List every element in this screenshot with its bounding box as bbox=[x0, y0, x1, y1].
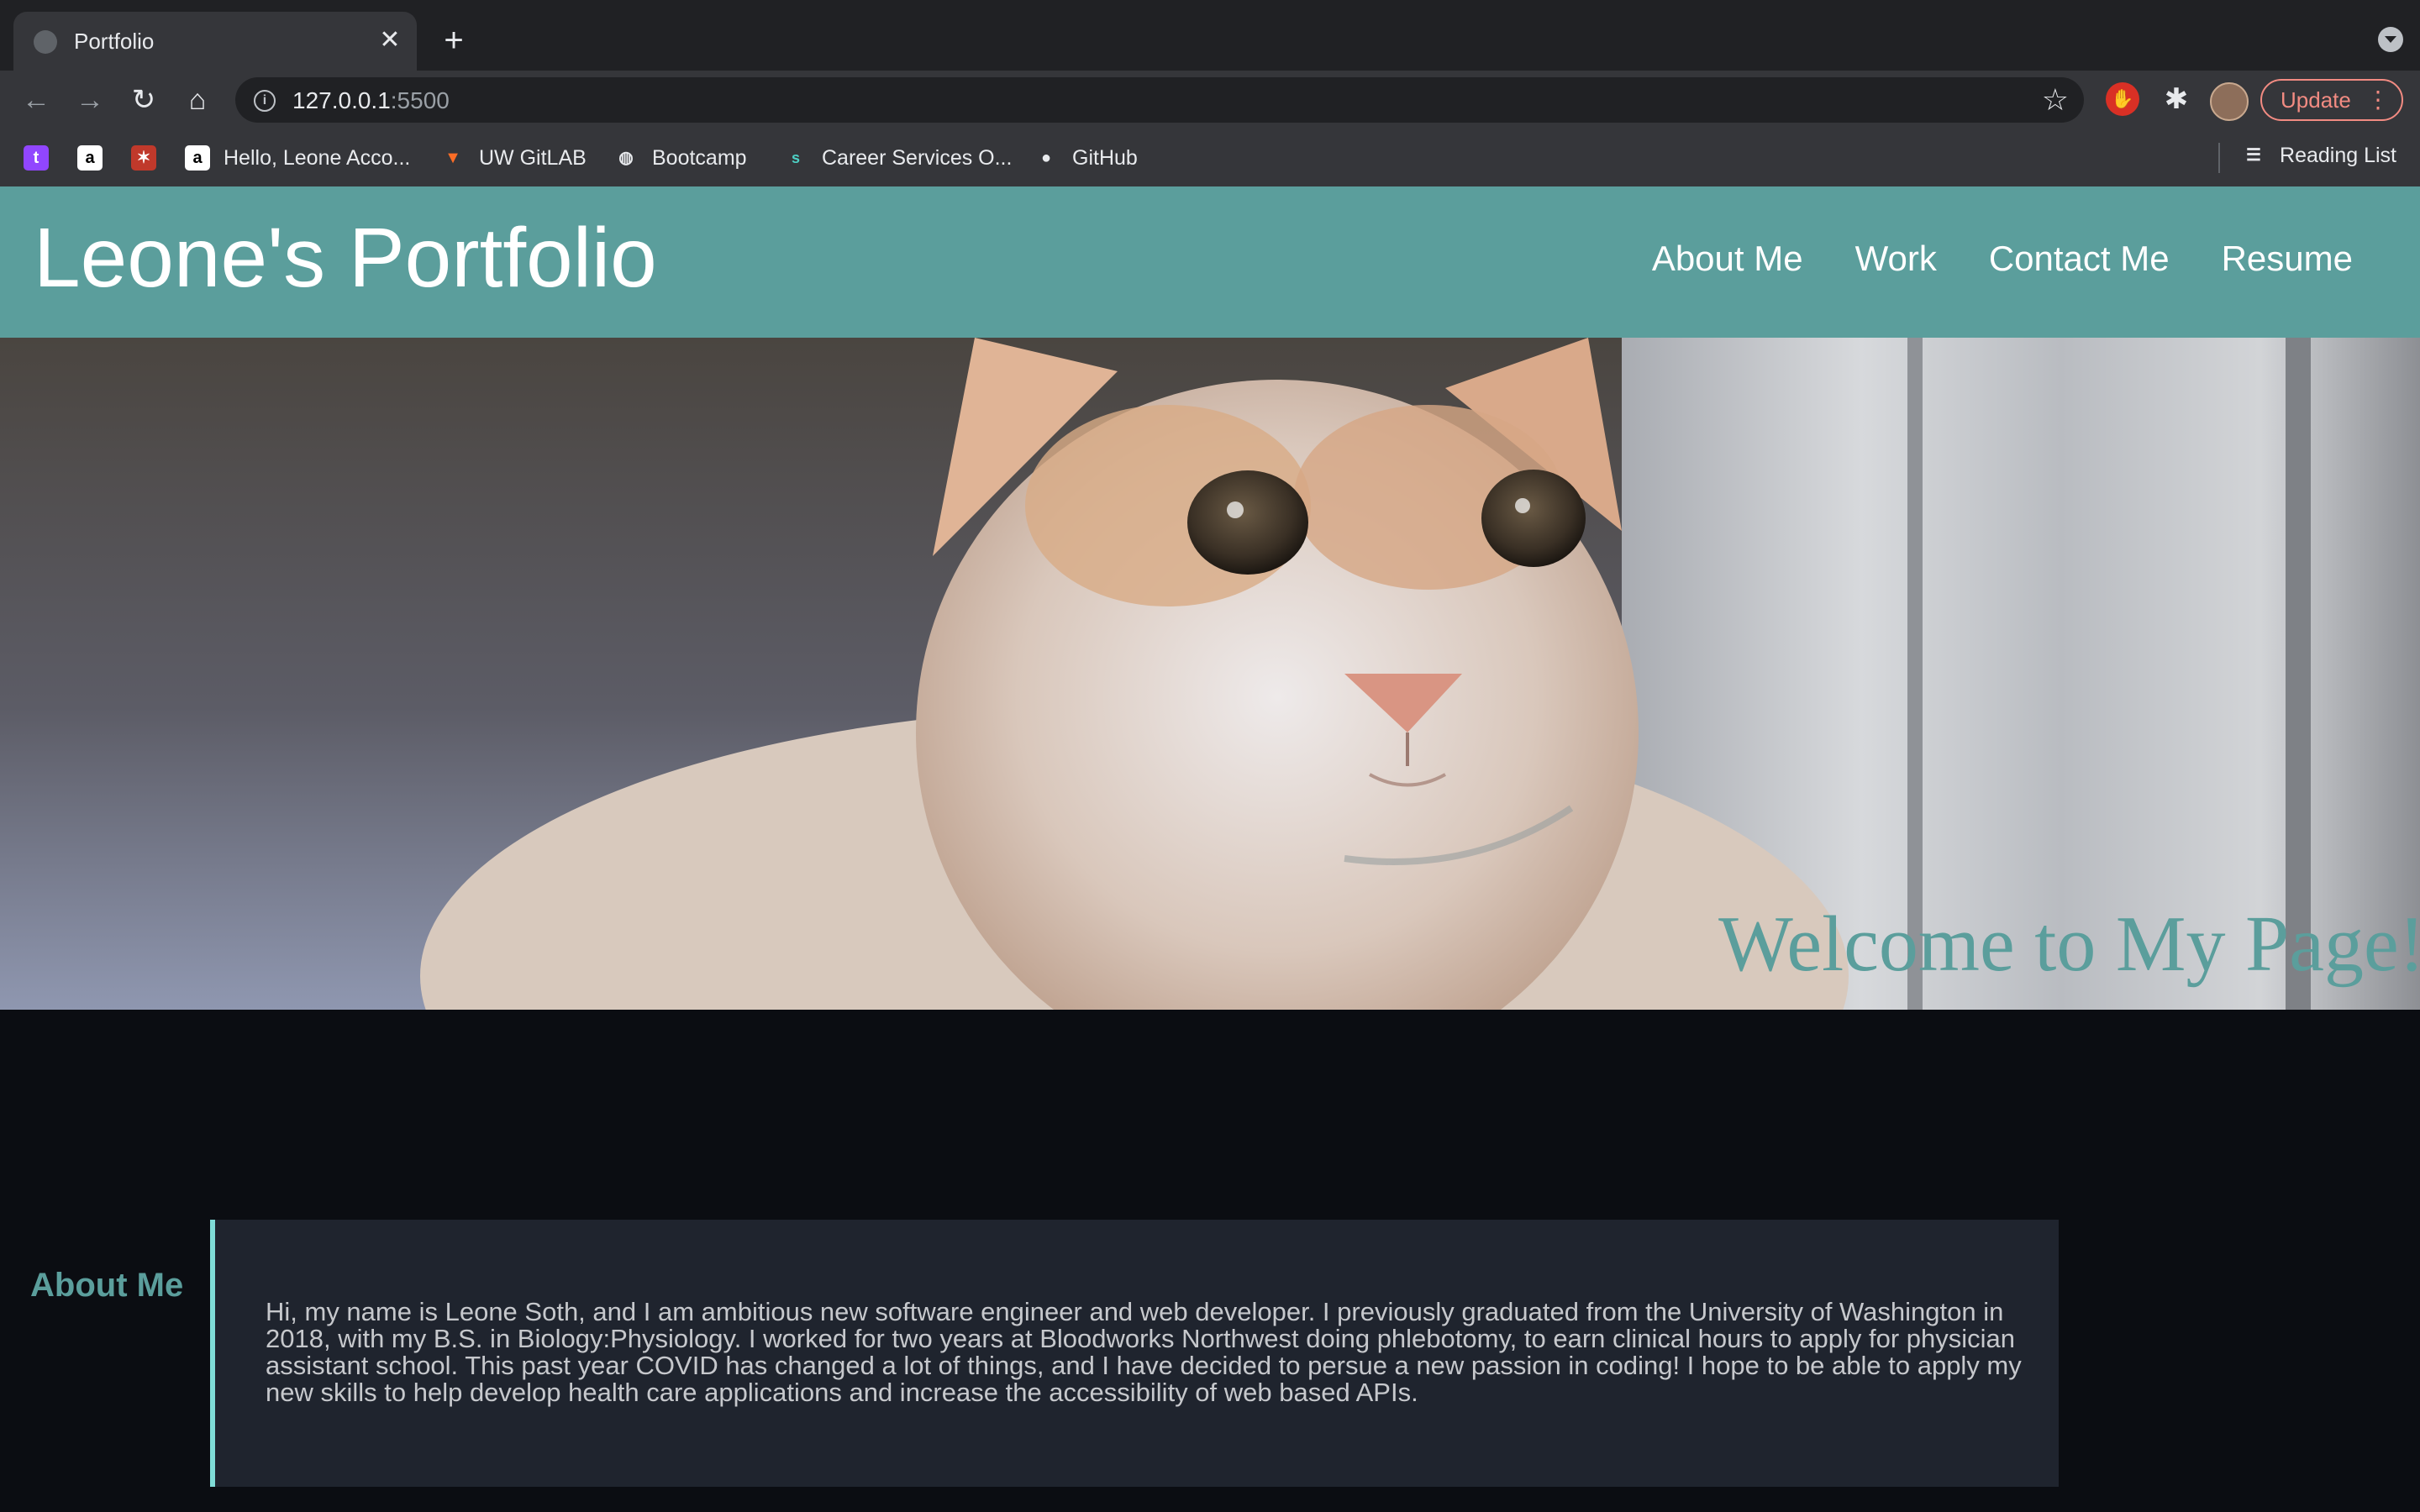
new-tab-button[interactable]: + bbox=[434, 20, 474, 60]
site-nav: About Me Work Contact Me Resume bbox=[1652, 239, 2353, 279]
browser-toolbar: ← → ↻ ⌂ i 127.0.0.1:5500 ☆ ✋ ✱ Update ⋮ bbox=[0, 71, 2420, 129]
home-button[interactable]: ⌂ bbox=[178, 81, 217, 119]
nav-link-resume[interactable]: Resume bbox=[2222, 239, 2353, 279]
close-icon[interactable]: ✕ bbox=[373, 24, 407, 57]
nav-link-contact-me[interactable]: Contact Me bbox=[1989, 239, 2170, 279]
amazon-icon: a bbox=[185, 145, 210, 171]
url-text[interactable]: 127.0.0.1:5500 bbox=[292, 87, 450, 114]
about-text: Hi, my name is Leone Soth, and I am ambi… bbox=[266, 1297, 2022, 1407]
github-icon: ● bbox=[1040, 149, 1052, 167]
profile-avatar[interactable] bbox=[2210, 82, 2249, 121]
about-heading: About Me bbox=[30, 1267, 184, 1304]
tab-strip: Portfolio ✕ + bbox=[0, 0, 2420, 71]
hero-banner: Welcome to My Page! bbox=[0, 338, 2420, 1010]
reload-button[interactable]: ↻ bbox=[124, 81, 163, 119]
forward-button[interactable]: → bbox=[71, 81, 109, 119]
more-menu-icon[interactable]: ⋮ bbox=[2366, 81, 2390, 119]
address-bar[interactable]: i 127.0.0.1:5500 ☆ bbox=[235, 77, 2084, 123]
bookmark-red-logo[interactable]: ✶ bbox=[131, 143, 170, 173]
bookmark-star-icon[interactable]: ☆ bbox=[2042, 82, 2069, 118]
extensions-puzzle-icon[interactable]: ✱ bbox=[2158, 81, 2195, 118]
site-title: Leone's Portfolio bbox=[34, 211, 657, 305]
bookmarks-divider bbox=[2218, 143, 2220, 173]
bookmark-label: Hello, Leone Acco... bbox=[224, 145, 411, 170]
back-button[interactable]: ← bbox=[17, 81, 55, 119]
bookmark-gitlab[interactable]: ▼ UW GitLAB bbox=[440, 143, 587, 173]
tab-title: Portfolio bbox=[74, 29, 155, 54]
bookmark-label: UW GitLAB bbox=[479, 145, 587, 170]
about-card: Hi, my name is Leone Soth, and I am ambi… bbox=[210, 1220, 2059, 1487]
bookmark-career-services[interactable]: s Career Services O... bbox=[783, 143, 1012, 173]
welcome-heading: Welcome to My Page! bbox=[1718, 900, 2420, 988]
bookmark-label: Career Services O... bbox=[822, 145, 1013, 170]
amazon-icon: a bbox=[77, 145, 103, 171]
reading-list-icon: ☰ bbox=[2246, 146, 2261, 165]
reading-list-button[interactable]: ☰ Reading List bbox=[2241, 143, 2396, 168]
globe-icon bbox=[34, 30, 57, 54]
bookmark-bootcamp[interactable]: ◍ Bootcamp bbox=[613, 143, 747, 173]
reading-list-label: Reading List bbox=[2280, 143, 2396, 167]
bookmark-github[interactable]: ● GitHub bbox=[1034, 143, 1138, 173]
extension-block-icon[interactable]: ✋ bbox=[2106, 82, 2139, 116]
about-section: About Me Hi, my name is Leone Soth, and … bbox=[0, 1220, 2420, 1512]
bookmarks-bar: t a ✶ a Hello, Leone Acco... ▼ UW GitLAB… bbox=[0, 129, 2420, 187]
bookmark-twitch[interactable]: t bbox=[24, 143, 62, 173]
bookmark-amazon[interactable]: a bbox=[77, 143, 116, 173]
update-button[interactable]: Update ⋮ bbox=[2260, 79, 2403, 121]
nav-link-about-me[interactable]: About Me bbox=[1652, 239, 1803, 279]
red-logo-icon: ✶ bbox=[131, 145, 156, 171]
bookmark-label: Bootcamp bbox=[652, 145, 747, 170]
nav-link-work[interactable]: Work bbox=[1855, 239, 1937, 279]
info-icon[interactable]: i bbox=[254, 90, 276, 112]
bookmark-label: GitHub bbox=[1072, 145, 1138, 170]
site-header: Leone's Portfolio About Me Work Contact … bbox=[0, 186, 2420, 338]
tab-search-icon[interactable] bbox=[2378, 27, 2403, 52]
globe-icon: ◍ bbox=[618, 149, 634, 167]
bookmark-amazon-account[interactable]: a Hello, Leone Acco... bbox=[185, 143, 410, 173]
browser-tab[interactable]: Portfolio ✕ bbox=[13, 12, 417, 71]
twitch-icon: t bbox=[24, 145, 49, 171]
gitlab-icon: ▼ bbox=[445, 149, 461, 167]
career-services-icon: s bbox=[791, 150, 800, 166]
